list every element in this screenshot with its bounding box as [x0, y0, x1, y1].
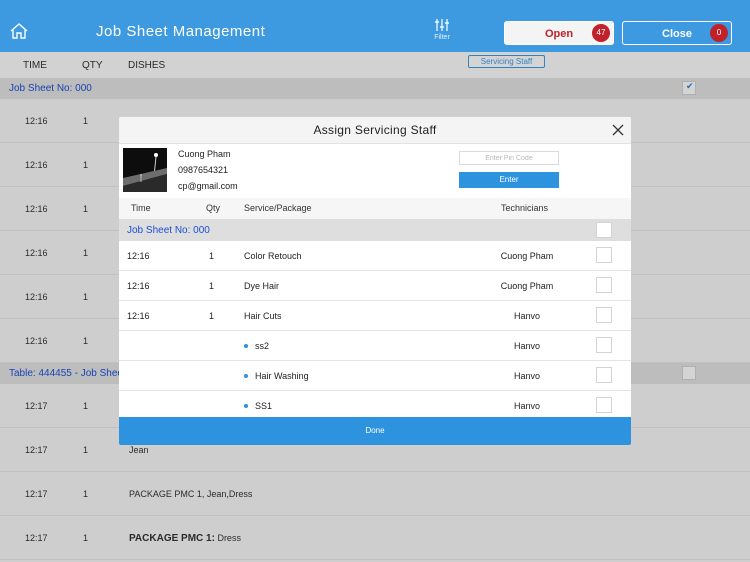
row-checkbox[interactable] [596, 277, 612, 293]
pin-code-input[interactable] [459, 151, 559, 165]
sub-service-row[interactable]: Hair Washing Hanvo [119, 361, 631, 391]
bullet-icon [244, 344, 248, 348]
row-service: ss2 [255, 341, 270, 351]
row-service: Dye Hair [244, 281, 280, 291]
row-qty: 1 [209, 281, 215, 291]
home-icon[interactable] [9, 22, 29, 40]
close-tab-button[interactable]: Close 0 [622, 21, 732, 45]
row-technician: Cuong Pham [500, 251, 554, 261]
top-bar: Job Sheet Management Filter Open 47 Clos… [0, 0, 750, 52]
filter-sliders-icon [435, 19, 449, 31]
row-technician: Hanvo [513, 341, 540, 351]
row-technician: Hanvo [513, 311, 540, 321]
staff-email: cp@gmail.com [178, 181, 238, 191]
service-row[interactable]: 12:16 1 Color Retouch Cuong Pham [119, 241, 631, 271]
row-service: SS1 [255, 401, 273, 411]
bullet-icon [244, 404, 248, 408]
open-tab-button[interactable]: Open 47 [504, 21, 614, 45]
assign-staff-modal: Assign Servicing Staff Cuong Pham 098765… [119, 117, 631, 445]
row-time: 12:16 [127, 251, 150, 261]
close-count-badge: 0 [710, 24, 728, 42]
col-qty: Qty [206, 203, 221, 213]
staff-name: Cuong Pham [178, 149, 231, 159]
sub-service-row[interactable]: ss2 Hanvo [119, 331, 631, 361]
row-checkbox[interactable] [596, 247, 612, 263]
row-time: 12:16 [127, 311, 150, 321]
enter-button[interactable]: Enter [459, 172, 559, 188]
avatar [123, 148, 167, 192]
row-service: Color Retouch [244, 251, 302, 261]
staff-phone: 0987654321 [178, 165, 229, 175]
modal-title: Assign Servicing Staff [313, 123, 437, 137]
filter-label: Filter [434, 34, 450, 41]
row-checkbox[interactable] [596, 337, 612, 353]
row-technician: Hanvo [513, 401, 540, 411]
row-qty: 1 [209, 311, 215, 321]
row-technician: Hanvo [513, 371, 540, 381]
close-icon[interactable] [611, 123, 625, 137]
row-checkbox[interactable] [596, 367, 612, 383]
open-count-badge: 47 [592, 24, 610, 42]
filter-button[interactable]: Filter [428, 18, 456, 48]
col-technicians: Technicians [501, 203, 549, 213]
modal-table-header: Time Qty Service/Package Technicians [119, 198, 631, 219]
col-service: Service/Package [244, 203, 312, 213]
row-service: Hair Cuts [244, 311, 282, 321]
row-checkbox[interactable] [596, 397, 612, 413]
group-title: Job Sheet No: 000 [127, 225, 210, 236]
row-technician: Cuong Pham [500, 281, 554, 291]
group-checkbox[interactable] [596, 222, 612, 238]
row-time: 12:16 [127, 281, 150, 291]
row-service: Hair Washing [255, 371, 309, 381]
done-button[interactable]: Done [119, 417, 631, 445]
app-title: Job Sheet Management [96, 23, 266, 40]
modal-header: Assign Servicing Staff [119, 117, 631, 144]
avatar-photo [123, 148, 167, 192]
col-time: Time [131, 203, 151, 213]
bullet-icon [244, 374, 248, 378]
service-row[interactable]: 12:16 1 Hair Cuts Hanvo [119, 301, 631, 331]
modal-group-header[interactable]: Job Sheet No: 000 [119, 219, 631, 241]
row-checkbox[interactable] [596, 307, 612, 323]
service-row[interactable]: 12:16 1 Dye Hair Cuong Pham [119, 271, 631, 301]
row-qty: 1 [209, 251, 215, 261]
